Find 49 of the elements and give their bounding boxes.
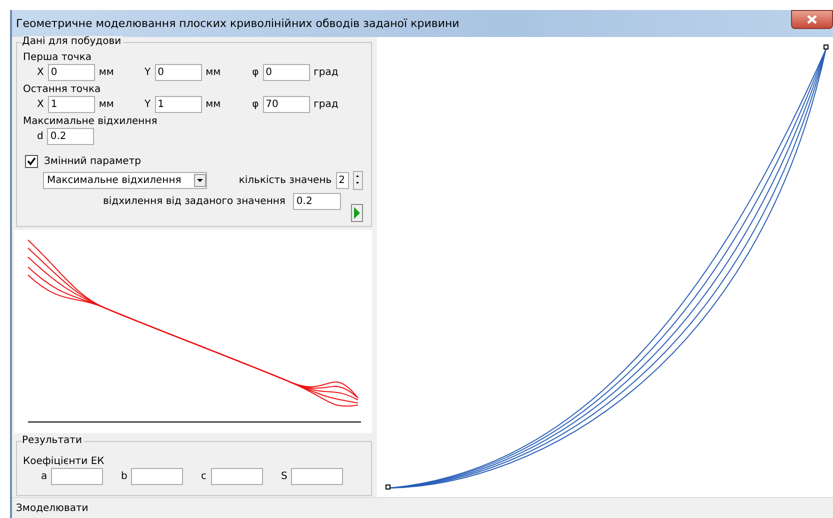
deviation-field[interactable]: 0.2 — [293, 193, 342, 210]
field-label: φ — [252, 67, 259, 78]
number-field[interactable]: 1 — [48, 96, 95, 113]
group-title: Результати — [22, 435, 84, 446]
unit-label: мм — [98, 99, 114, 110]
caret-icon — [194, 174, 206, 187]
field-label: φ — [252, 99, 259, 110]
field-label: Y — [144, 99, 151, 110]
close-icon — [807, 15, 817, 24]
deviation-label: відхилення від заданого значення — [103, 196, 286, 207]
unit-label: мм — [206, 67, 221, 78]
result-field[interactable] — [291, 468, 344, 485]
field-label: c — [201, 471, 206, 482]
result-field[interactable] — [131, 468, 184, 485]
checkbox-label: Змінний параметр — [44, 156, 141, 167]
field-label: b — [121, 471, 128, 482]
section-label: Перша точка — [23, 52, 92, 63]
section-label: Остання точка — [23, 84, 102, 95]
number-field[interactable]: 0 — [154, 64, 202, 81]
count-field[interactable]: 2 — [336, 172, 349, 189]
number-field[interactable]: 0.2 — [47, 128, 94, 145]
status-text: Змоделювати — [16, 502, 88, 514]
result-field[interactable] — [51, 468, 104, 485]
window-title: Геометричне моделювання плоских криволінійних обводів заданої кривини — [16, 17, 460, 30]
play-icon — [353, 206, 361, 220]
number-field[interactable]: 0 — [262, 64, 310, 81]
spin-buttons[interactable] — [352, 171, 363, 190]
run-button[interactable] — [351, 204, 363, 222]
unit-label: град — [314, 67, 338, 78]
result-field[interactable] — [210, 468, 262, 485]
unit-label: мм — [98, 67, 114, 78]
field-label: Y — [144, 67, 151, 78]
field-label: X — [37, 99, 44, 110]
unit-label: мм — [206, 99, 221, 110]
number-field[interactable]: 0 — [48, 64, 95, 81]
count-label: кількість значень — [238, 175, 332, 186]
field-label: X — [37, 67, 44, 78]
section-label: Коефіцієнти ЕК — [23, 456, 106, 467]
number-field[interactable]: 1 — [154, 96, 202, 113]
group-title: Дані для побудови — [22, 36, 124, 47]
parameter-dropdown[interactable]: Максимальне відхилення — [43, 172, 207, 189]
unit-label: град — [314, 99, 338, 110]
number-field[interactable]: 70 — [262, 96, 310, 113]
field-label: S — [281, 471, 288, 482]
close-button[interactable] — [791, 10, 833, 29]
field-label: a — [41, 471, 48, 482]
checkbox[interactable] — [25, 155, 38, 168]
field-label: d — [37, 131, 44, 142]
section-label: Максимальне відхилення — [23, 116, 158, 127]
